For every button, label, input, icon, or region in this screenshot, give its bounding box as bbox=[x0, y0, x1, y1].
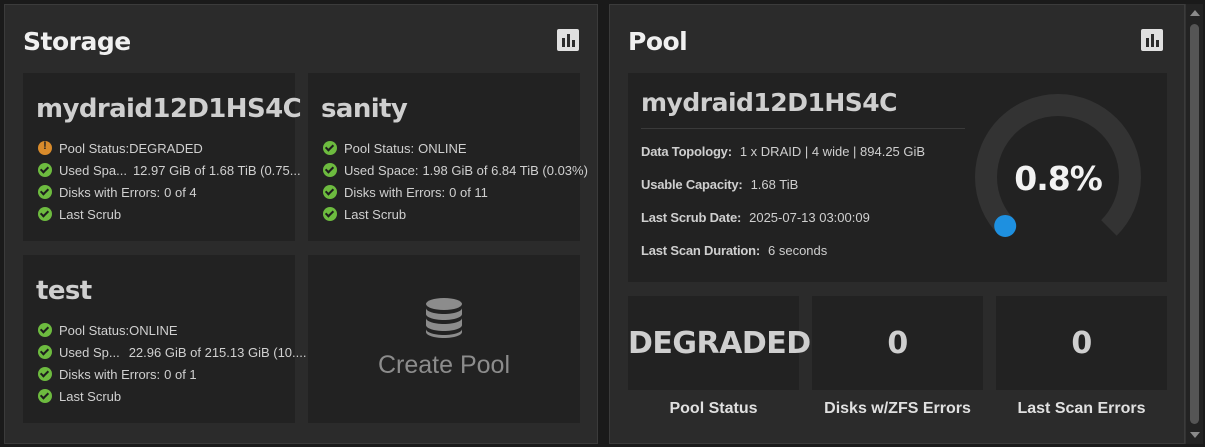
stat-value: 0 bbox=[1071, 326, 1092, 361]
scrollbar-thumb[interactable] bbox=[1190, 24, 1199, 424]
check-circle-icon bbox=[323, 163, 337, 177]
pool-card-name: test bbox=[36, 276, 92, 306]
pool-status-row: Pool Status: DEGRADED bbox=[38, 137, 301, 159]
status-label: Pool Status: bbox=[344, 140, 415, 156]
pool-card-mydraid[interactable]: mydraid12D1HS4C Pool Status: DEGRADED Us… bbox=[23, 73, 302, 241]
status-label: Last Scrub bbox=[344, 206, 407, 222]
last-scrub-row: Last Scrub bbox=[323, 203, 588, 225]
status-value: 0 of 1 bbox=[164, 366, 197, 382]
last-scan-errors-stat: 0 Last Scan Errors bbox=[996, 296, 1167, 428]
stat-value: DEGRADED bbox=[628, 326, 811, 361]
usable-capacity-row: Usable Capacity: 1.68 TiB bbox=[641, 177, 798, 192]
used-space-row: Used Spa... 12.97 GiB of 1.68 TiB (0.75.… bbox=[38, 159, 301, 181]
pool-card-name: mydraid12D1HS4C bbox=[36, 94, 302, 124]
check-circle-icon bbox=[323, 185, 337, 199]
database-icon bbox=[426, 298, 462, 338]
pool-detail-name: mydraid12D1HS4C bbox=[641, 88, 898, 117]
pool-status-list: Pool Status: DEGRADED Used Spa... 12.97 … bbox=[38, 137, 301, 225]
check-circle-icon bbox=[38, 163, 52, 177]
storage-widget: Storage mydraid12D1HS4C Pool Status: DEG… bbox=[4, 4, 598, 444]
pool-widget: Pool mydraid12D1HS4C Data Topology: 1 x D… bbox=[609, 4, 1185, 444]
status-value: 12.97 GiB of 1.68 TiB (0.75... bbox=[132, 162, 301, 178]
status-label: Disks with Errors: bbox=[59, 366, 161, 382]
detail-value: 1.68 TiB bbox=[750, 177, 799, 192]
detail-key: Data Topology: bbox=[641, 144, 732, 159]
create-pool-label: Create Pool bbox=[377, 351, 511, 379]
pool-status-list: Pool Status: ONLINE Used Sp... 22.96 GiB… bbox=[38, 319, 306, 407]
last-scrub-date-row: Last Scrub Date: 2025-07-13 03:00:09 bbox=[641, 210, 870, 225]
detail-value: 2025-07-13 03:00:09 bbox=[749, 210, 870, 225]
pool-title: Pool bbox=[628, 27, 688, 56]
pool-status-stat: DEGRADED Pool Status bbox=[628, 296, 811, 428]
status-label: Used Sp... bbox=[59, 344, 120, 360]
warning-icon bbox=[38, 140, 52, 155]
data-topology-row: Data Topology: 1 x DRAID | 4 wide | 894.2… bbox=[641, 144, 925, 159]
pool-card-test[interactable]: test Pool Status: ONLINE Used Sp... 22.9… bbox=[23, 255, 306, 423]
status-label: Pool Status: bbox=[59, 140, 130, 156]
status-label: Used Spa... bbox=[59, 162, 127, 178]
last-scrub-row: Last Scrub bbox=[38, 385, 306, 407]
pool-detail-card: mydraid12D1HS4C Data Topology: 1 x DRAID … bbox=[628, 73, 1167, 282]
stat-label: Disks w/ZFS Errors bbox=[812, 390, 983, 428]
status-value: 1.98 GiB of 6.84 TiB (0.03%) bbox=[422, 162, 588, 178]
check-circle-icon bbox=[38, 185, 52, 199]
detail-key: Last Scan Duration: bbox=[641, 243, 760, 258]
status-value: ONLINE bbox=[418, 140, 467, 156]
usage-percent: 0.8% bbox=[1014, 159, 1103, 198]
pool-card-sanity[interactable]: sanity Pool Status: ONLINE Used Space: 1… bbox=[308, 73, 588, 241]
status-value: 0 of 4 bbox=[164, 184, 197, 200]
status-label: Pool Status: bbox=[59, 322, 130, 338]
last-scan-duration-row: Last Scan Duration: 6 seconds bbox=[641, 243, 827, 258]
disk-errors-row: Disks with Errors: 0 of 4 bbox=[38, 181, 301, 203]
status-value: 0 of 11 bbox=[449, 184, 488, 200]
check-circle-icon bbox=[323, 207, 337, 221]
pool-status-row: Pool Status: ONLINE bbox=[38, 319, 306, 341]
used-space-row: Used Sp... 22.96 GiB of 215.13 GiB (10..… bbox=[38, 341, 306, 363]
stat-value: 0 bbox=[887, 326, 908, 361]
scroll-up-arrow-icon[interactable] bbox=[1190, 10, 1200, 16]
detail-key: Usable Capacity: bbox=[641, 177, 743, 192]
pool-status-row: Pool Status: ONLINE bbox=[323, 137, 588, 159]
check-circle-icon bbox=[38, 207, 52, 221]
detail-value: 6 seconds bbox=[768, 243, 828, 258]
status-label: Disks with Errors: bbox=[59, 184, 161, 200]
detail-key: Last Scrub Date: bbox=[641, 210, 742, 225]
status-label: Last Scrub bbox=[59, 206, 122, 222]
check-circle-icon bbox=[38, 345, 52, 359]
status-value: DEGRADED bbox=[129, 140, 203, 156]
check-circle-icon bbox=[38, 367, 52, 381]
create-pool-button[interactable]: Create Pool bbox=[308, 255, 580, 423]
status-label: Used Space: bbox=[344, 162, 419, 178]
pool-card-name: sanity bbox=[321, 94, 408, 124]
status-label: Last Scrub bbox=[59, 388, 122, 404]
stat-label: Pool Status bbox=[628, 390, 799, 428]
stat-label: Last Scan Errors bbox=[996, 390, 1167, 428]
check-circle-icon bbox=[323, 141, 337, 155]
disks-zfs-errors-stat: 0 Disks w/ZFS Errors bbox=[812, 296, 983, 428]
status-value: 22.96 GiB of 215.13 GiB (10.... bbox=[128, 344, 307, 360]
last-scrub-row: Last Scrub bbox=[38, 203, 301, 225]
storage-reports-button[interactable] bbox=[557, 29, 579, 51]
vertical-scrollbar[interactable] bbox=[1185, 4, 1203, 444]
pool-status-list: Pool Status: ONLINE Used Space: 1.98 GiB… bbox=[323, 137, 588, 225]
gauge-fill bbox=[994, 214, 1017, 237]
disk-errors-row: Disks with Errors: 0 of 11 bbox=[323, 181, 588, 203]
disk-errors-row: Disks with Errors: 0 of 1 bbox=[38, 363, 306, 385]
pool-reports-button[interactable] bbox=[1141, 29, 1163, 51]
divider bbox=[641, 128, 965, 129]
used-space-row: Used Space: 1.98 GiB of 6.84 TiB (0.03%) bbox=[323, 159, 588, 181]
storage-title: Storage bbox=[23, 27, 131, 56]
status-value: ONLINE bbox=[129, 322, 178, 338]
status-label: Disks with Errors: bbox=[344, 184, 446, 200]
scroll-down-arrow-icon[interactable] bbox=[1190, 432, 1200, 438]
check-circle-icon bbox=[38, 389, 52, 403]
detail-value: 1 x DRAID | 4 wide | 894.25 GiB bbox=[739, 144, 926, 159]
check-circle-icon bbox=[38, 323, 52, 337]
